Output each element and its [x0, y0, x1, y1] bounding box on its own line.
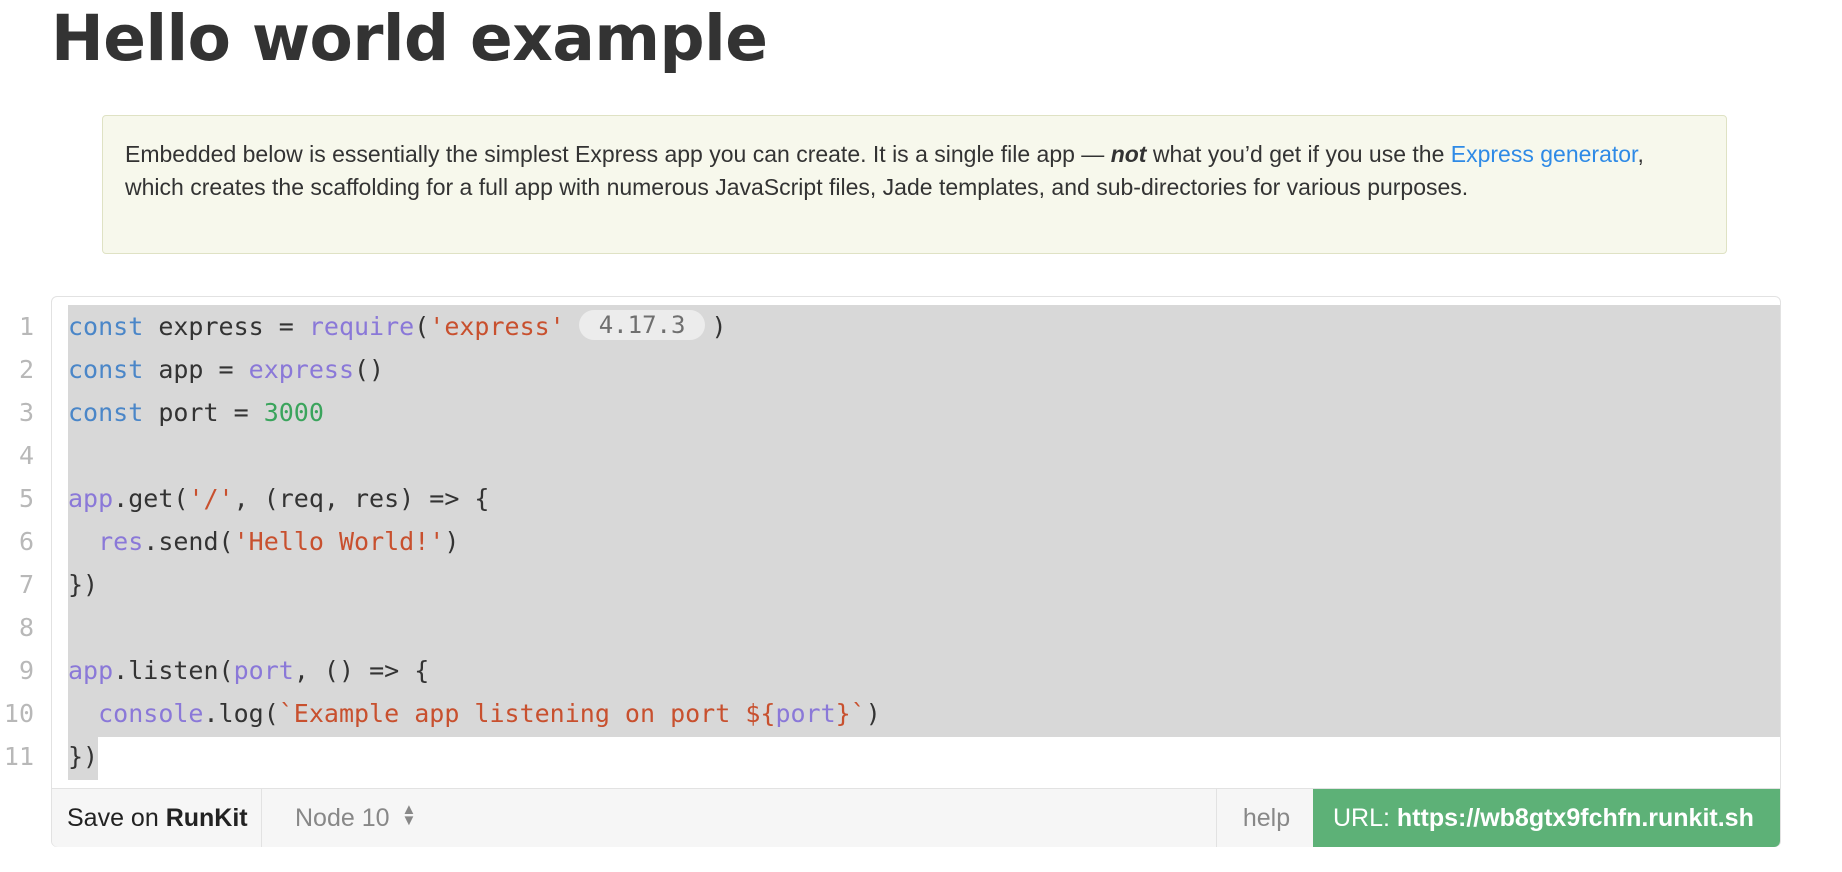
code-editor[interactable]: const express = require('express' 4.17.3)… — [68, 305, 881, 778]
line-number: 9 — [18, 656, 34, 685]
line-number: 1 — [18, 312, 34, 341]
chevron-updown-icon: ▲ ▼ — [401, 801, 417, 829]
line-number: 4 — [18, 441, 34, 470]
code-line: app.listen(port, () => { — [68, 656, 430, 685]
code-line: const app = express() — [68, 355, 385, 384]
line-number: 7 — [18, 570, 34, 599]
code-line: }) — [68, 742, 99, 771]
line-number-gutter: 1 2 3 4 5 6 7 8 9 10 11 — [0, 305, 34, 778]
save-on-runkit-button[interactable]: Save on RunKit — [52, 789, 262, 847]
node-version-select[interactable]: Node 10 ▲ ▼ — [295, 789, 416, 847]
line-number: 8 — [18, 613, 34, 642]
help-button[interactable]: help — [1216, 789, 1316, 847]
line-number: 2 — [18, 355, 34, 384]
note-text-before: Embedded below is essentially the simple… — [125, 141, 1111, 167]
package-version-badge[interactable]: 4.17.3 — [578, 310, 706, 340]
line-number: 3 — [18, 398, 34, 427]
endpoint-url: https://wb8gtx9fchfn.runkit.sh — [1396, 804, 1754, 832]
code-line: }) — [68, 570, 99, 599]
embed-toolbar: Save on RunKit Node 10 ▲ ▼ help URL: https… — [52, 788, 1780, 847]
endpoint-url-button[interactable]: URL: https://wb8gtx9fchfn.runkit.sh — [1313, 789, 1780, 847]
page-title: Hello world example — [51, 2, 768, 75]
note-emphasis: not — [1110, 141, 1147, 167]
line-number: 5 — [18, 484, 34, 513]
code-line: const port = 3000 — [68, 398, 324, 427]
line-number: 10 — [3, 699, 34, 728]
express-generator-link[interactable]: Express generator — [1451, 141, 1638, 167]
code-line: console.log(`Example app listening on po… — [98, 699, 881, 728]
note-text-middle: what you’d get if you use the — [1146, 141, 1451, 167]
code-line: app.get('/', (req, res) => { — [68, 484, 490, 513]
line-number: 6 — [18, 527, 34, 556]
line-number: 11 — [3, 742, 34, 771]
code-line: const express = require('express' 4.17.3) — [68, 310, 727, 341]
code-line: res.send('Hello World!') — [98, 527, 460, 556]
intro-note: Embedded below is essentially the simple… — [102, 115, 1727, 254]
runkit-brand: RunKit — [165, 804, 248, 832]
